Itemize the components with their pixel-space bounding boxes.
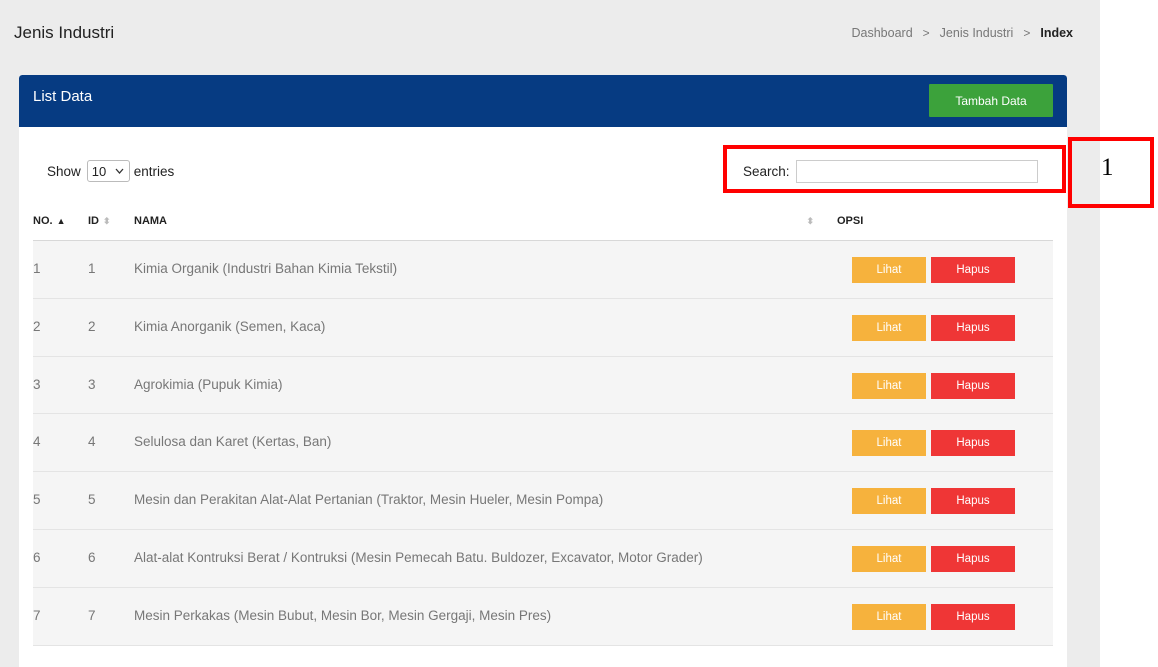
table-header: NO. ▲ ID ⬍ NAMA ⬍ OPSI xyxy=(33,205,1053,241)
cell-nama: Kimia Organik (Industri Bahan Kimia Teks… xyxy=(134,261,398,276)
table-row: 4 4 Selulosa dan Karet (Kertas, Ban) Lih… xyxy=(33,414,1053,473)
breadcrumb: Dashboard > Jenis Industri > Index xyxy=(852,26,1074,40)
annotation-highlight-search xyxy=(723,145,1066,193)
lihat-button[interactable]: Lihat xyxy=(852,603,926,630)
show-label: Show xyxy=(47,163,81,179)
cell-id: 6 xyxy=(88,549,96,565)
chevron-down-icon xyxy=(115,164,124,180)
cell-nama: Alat-alat Kontruksi Berat / Kontruksi (M… xyxy=(134,549,703,565)
sort-icon: ⬍ xyxy=(806,215,814,226)
hapus-button[interactable]: Hapus xyxy=(931,430,1015,457)
entries-select[interactable]: 10 xyxy=(86,160,130,182)
breadcrumb-dashboard[interactable]: Dashboard xyxy=(852,26,913,40)
hapus-button[interactable]: Hapus xyxy=(931,545,1015,572)
sort-icon: ⬍ xyxy=(103,215,111,226)
cell-id: 4 xyxy=(88,434,96,450)
cell-nama: Mesin dan Perakitan Alat-Alat Pertanian … xyxy=(134,492,604,508)
hapus-button[interactable]: Hapus xyxy=(931,488,1015,515)
cell-no: 2 xyxy=(33,318,41,334)
lihat-button[interactable]: Lihat xyxy=(852,488,926,515)
lihat-button[interactable]: Lihat xyxy=(852,257,926,283)
column-header-id-label: ID xyxy=(88,215,99,227)
hapus-button[interactable]: Hapus xyxy=(931,603,1015,630)
cell-id: 7 xyxy=(88,607,96,623)
lihat-button[interactable]: Lihat xyxy=(852,314,926,341)
table-row: 5 5 Mesin dan Perakitan Alat-Alat Pertan… xyxy=(33,472,1053,530)
breadcrumb-current: Index xyxy=(1040,26,1073,40)
cell-nama: Agrokimia (Pupuk Kimia) xyxy=(134,376,283,392)
add-data-button[interactable]: Tambah Data xyxy=(929,84,1053,117)
annotation-label: 1 xyxy=(1101,154,1114,181)
table-row: 1 1 Kimia Organik (Industri Bahan Kimia … xyxy=(33,241,1053,299)
cell-no: 5 xyxy=(33,492,41,508)
cell-no: 7 xyxy=(33,607,41,623)
column-header-opsi: OPSI xyxy=(837,215,863,227)
page-content: Jenis Industri Dashboard > Jenis Industr… xyxy=(0,0,1100,667)
column-header-nama[interactable]: NAMA ⬍ xyxy=(134,215,814,227)
lihat-button[interactable]: Lihat xyxy=(852,372,926,399)
cell-nama: Selulosa dan Karet (Kertas, Ban) xyxy=(134,434,332,450)
breadcrumb-jenis-industri[interactable]: Jenis Industri xyxy=(940,26,1014,40)
card-header: List Data Tambah Data xyxy=(19,75,1067,127)
entries-control: Show 10 entries xyxy=(47,160,174,182)
table-row: 6 6 Alat-alat Kontruksi Berat / Kontruks… xyxy=(33,529,1053,588)
cell-no: 3 xyxy=(33,376,41,392)
hapus-button[interactable]: Hapus xyxy=(931,257,1015,283)
cell-id: 1 xyxy=(88,261,96,276)
table-row: 7 7 Mesin Perkakas (Mesin Bubut, Mesin B… xyxy=(33,587,1053,646)
cell-no: 1 xyxy=(33,261,41,276)
breadcrumb-separator: > xyxy=(1023,26,1031,40)
entries-label: entries xyxy=(133,163,175,179)
entries-select-value: 10 xyxy=(91,163,107,179)
column-header-nama-label: NAMA xyxy=(134,215,167,227)
cell-id: 3 xyxy=(88,376,96,392)
sort-ascending-icon: ▲ xyxy=(56,216,66,226)
cell-no: 6 xyxy=(33,549,41,565)
hapus-button[interactable]: Hapus xyxy=(931,372,1015,399)
hapus-button[interactable]: Hapus xyxy=(931,314,1015,341)
table-body: 1 1 Kimia Organik (Industri Bahan Kimia … xyxy=(33,241,1053,646)
cell-nama: Mesin Perkakas (Mesin Bubut, Mesin Bor, … xyxy=(134,607,552,623)
column-header-no-label: NO. xyxy=(33,215,53,227)
page-title: Jenis Industri xyxy=(14,23,115,42)
cell-nama: Kimia Anorganik (Semen, Kaca) xyxy=(134,318,326,334)
column-header-no[interactable]: NO. ▲ xyxy=(33,215,65,227)
cell-id: 2 xyxy=(88,318,96,334)
breadcrumb-separator: > xyxy=(922,26,930,40)
column-header-id[interactable]: ID ⬍ xyxy=(88,215,111,227)
lihat-button[interactable]: Lihat xyxy=(852,430,926,457)
card-title: List Data xyxy=(33,88,93,105)
table-row: 2 2 Kimia Anorganik (Semen, Kaca) Lihat … xyxy=(33,298,1053,357)
column-header-opsi-label: OPSI xyxy=(837,215,864,227)
table-row: 3 3 Agrokimia (Pupuk Kimia) Lihat Hapus xyxy=(33,356,1053,415)
cell-id: 5 xyxy=(88,492,96,508)
lihat-button[interactable]: Lihat xyxy=(852,545,926,572)
cell-no: 4 xyxy=(33,434,41,450)
